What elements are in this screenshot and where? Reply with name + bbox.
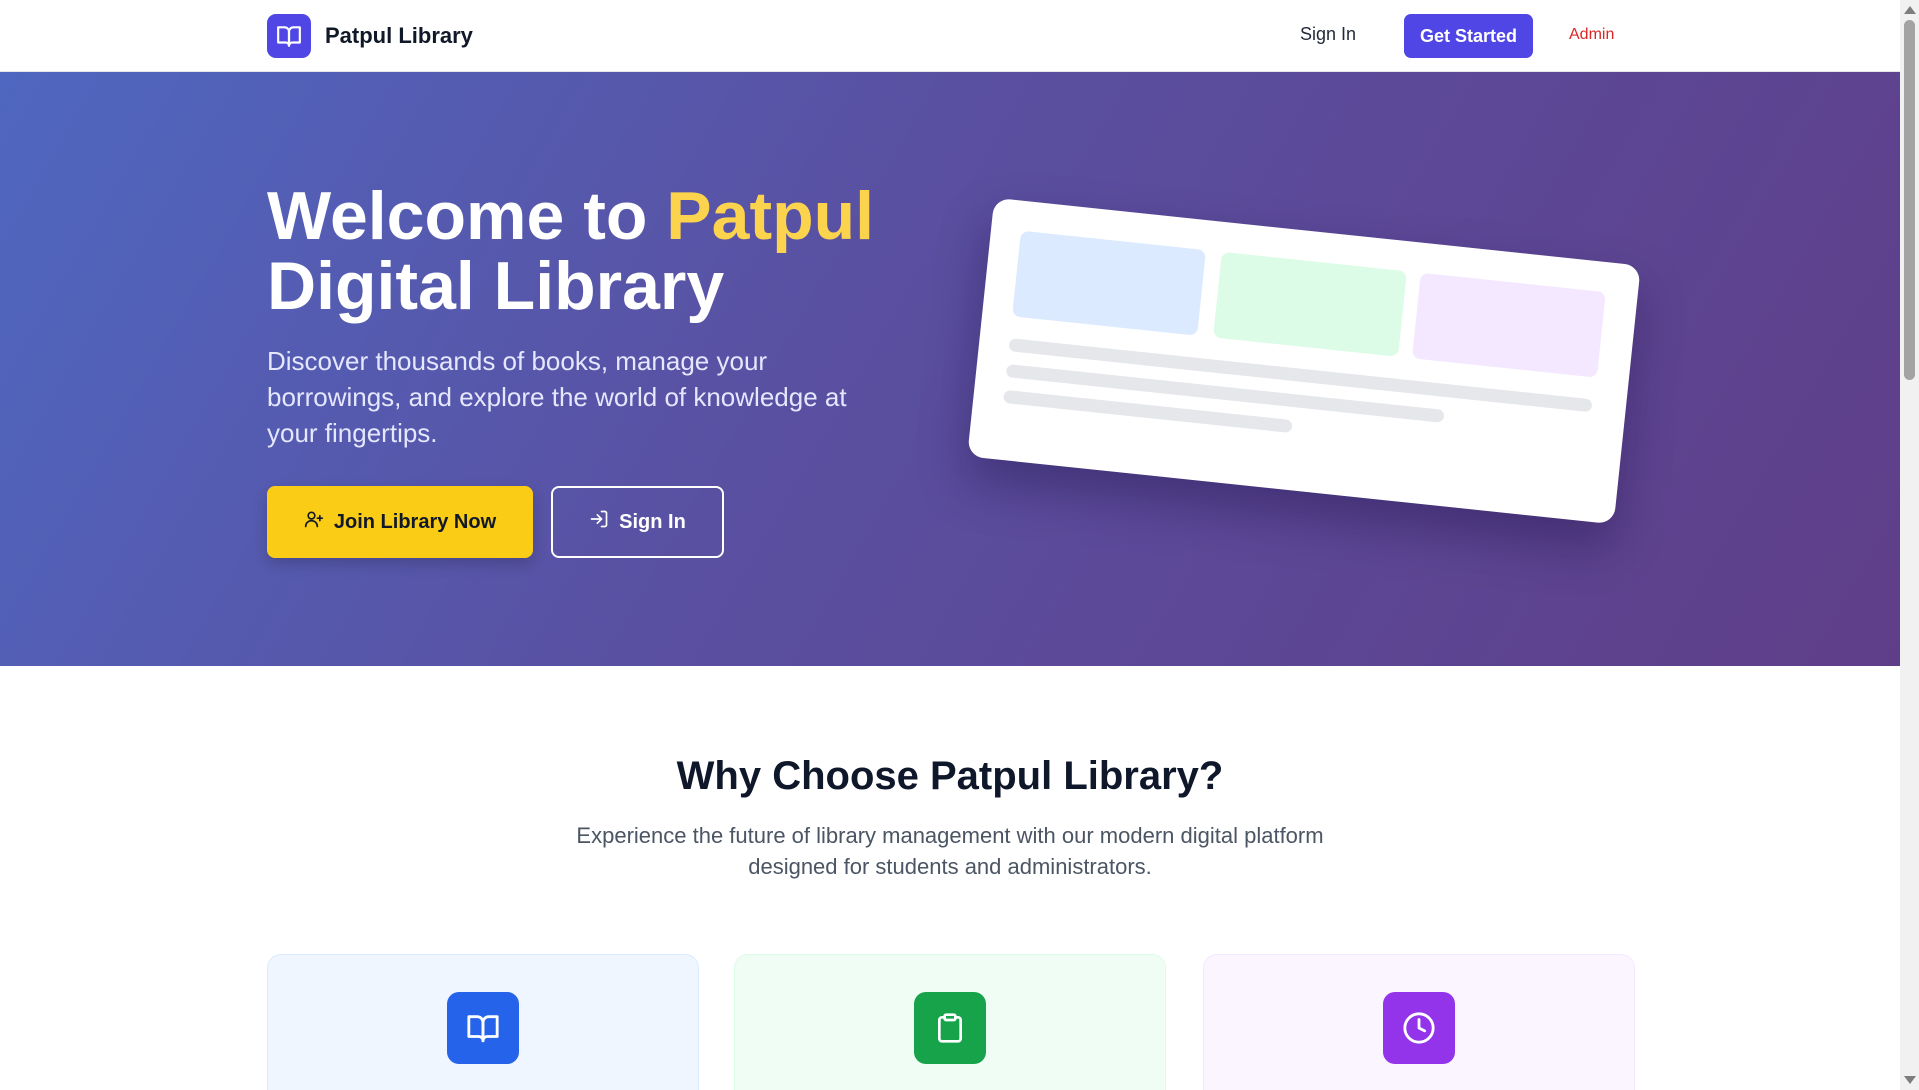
book-open-icon bbox=[447, 992, 519, 1064]
hero-sign-in-label: Sign In bbox=[619, 510, 686, 533]
scrollbar-thumb[interactable] bbox=[1904, 20, 1915, 380]
user-plus-icon bbox=[304, 509, 324, 535]
hero-sign-in-button[interactable]: Sign In bbox=[551, 486, 724, 558]
get-started-button[interactable]: Get Started bbox=[1404, 14, 1533, 58]
clock-icon bbox=[1383, 992, 1455, 1064]
vertical-scrollbar[interactable] bbox=[1900, 0, 1919, 1090]
scroll-down-arrow-icon[interactable] bbox=[1904, 1076, 1916, 1084]
hero-description: Discover thousands of books, manage your… bbox=[267, 346, 847, 448]
clipboard-icon bbox=[914, 992, 986, 1064]
join-library-label: Join Library Now bbox=[333, 510, 497, 533]
top-navbar: Patpul Library Sign In Get Started Admin bbox=[0, 0, 1900, 72]
feature-card-time bbox=[1203, 954, 1635, 1090]
dashboard-mockup-illustration bbox=[967, 197, 1641, 525]
feature-card-books bbox=[267, 954, 699, 1090]
feature-card-borrowing bbox=[734, 954, 1166, 1090]
mockup-card bbox=[1012, 230, 1207, 336]
admin-link[interactable]: Admin bbox=[1569, 26, 1614, 44]
hero-title-line2: Digital Library bbox=[267, 248, 725, 324]
mockup-card bbox=[1212, 251, 1407, 357]
features-title: Why Choose Patpul Library? bbox=[676, 754, 1224, 798]
mockup-card bbox=[1411, 272, 1606, 378]
sign-in-icon bbox=[589, 509, 609, 535]
nav-sign-in-link[interactable]: Sign In bbox=[1300, 24, 1356, 45]
features-subtitle: Experience the future of library managem… bbox=[576, 823, 1324, 879]
brand[interactable]: Patpul Library bbox=[267, 14, 473, 58]
hero-title-prefix: Welcome to bbox=[267, 178, 667, 254]
brand-name: Patpul Library bbox=[325, 23, 473, 48]
hero-title-accent: Patpul bbox=[666, 178, 875, 254]
scroll-up-arrow-icon[interactable] bbox=[1904, 6, 1916, 14]
join-library-button[interactable]: Join Library Now bbox=[267, 486, 533, 558]
book-open-icon bbox=[267, 14, 311, 58]
hero-title: Welcome to Patpul Digital Library bbox=[267, 181, 967, 321]
hero-section: Welcome to Patpul Digital Library Discove… bbox=[0, 72, 1900, 666]
